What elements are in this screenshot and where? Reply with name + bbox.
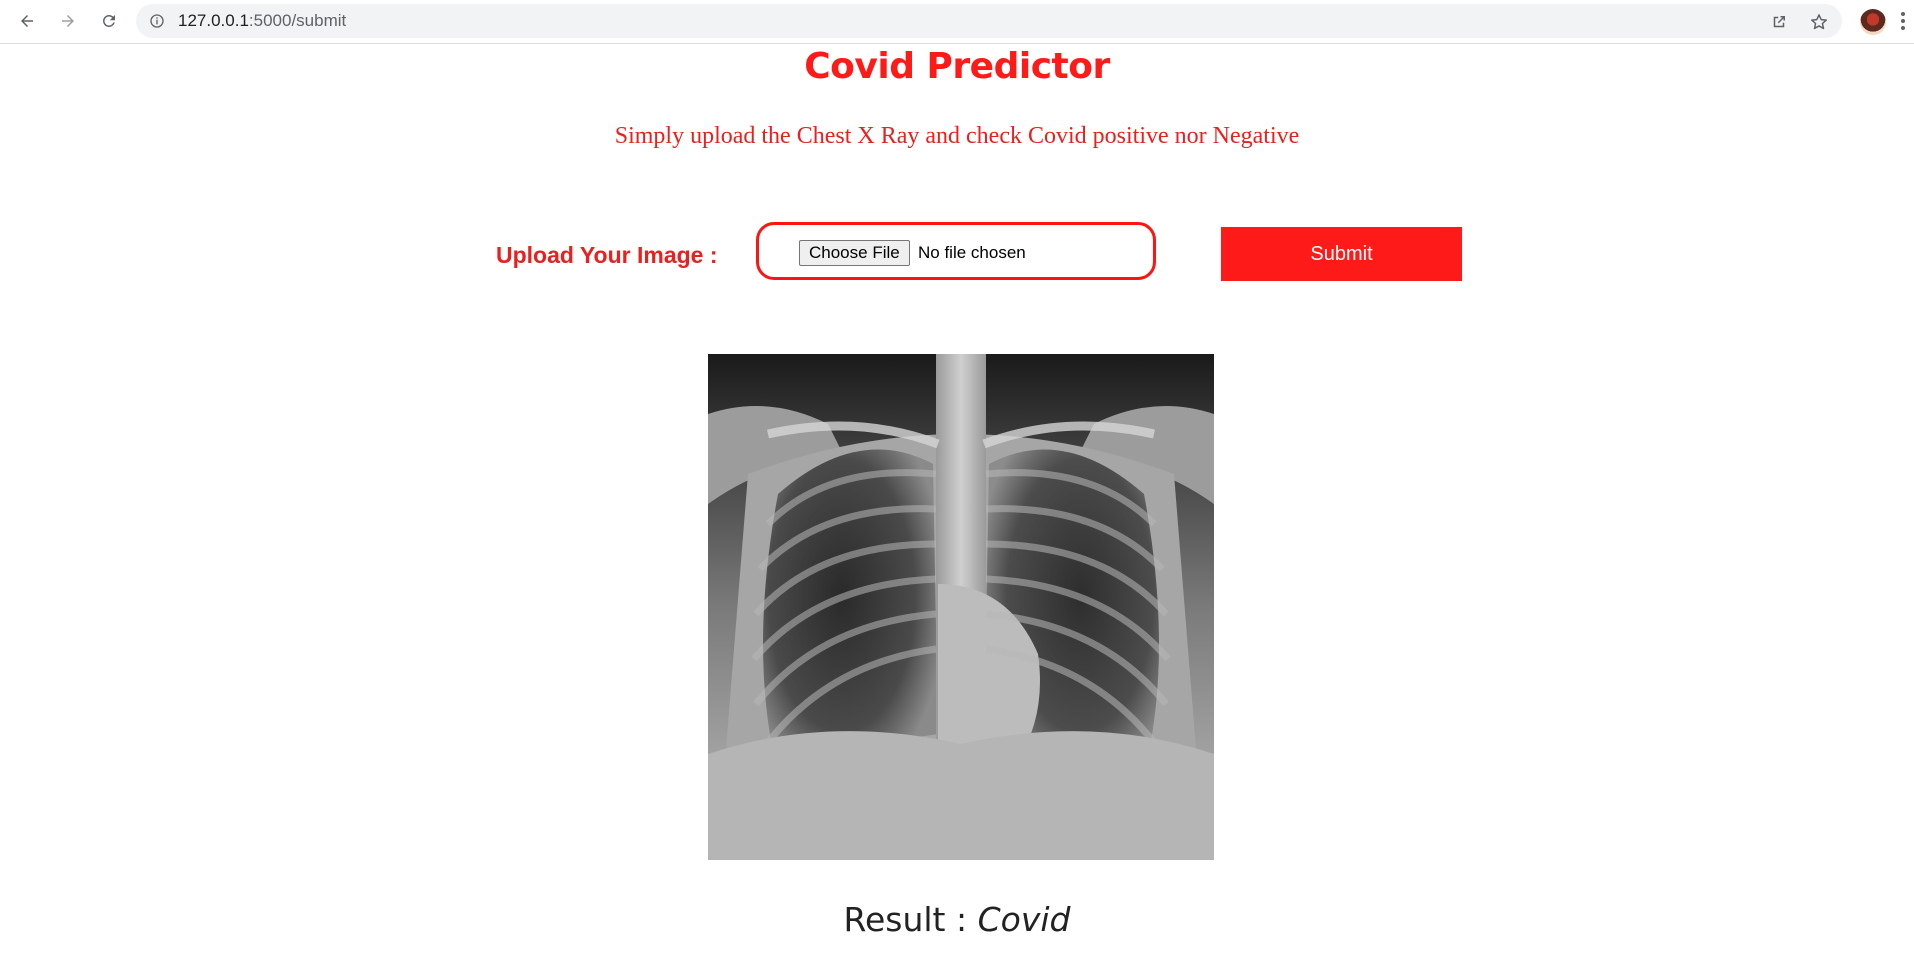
reload-icon[interactable]: [96, 8, 122, 34]
submit-button[interactable]: Submit: [1221, 227, 1462, 281]
file-input-box[interactable]: Choose File No file chosen: [756, 222, 1156, 280]
page-subtitle: Simply upload the Chest X Ray and check …: [614, 123, 1300, 149]
info-icon[interactable]: [148, 12, 166, 30]
kebab-menu-icon[interactable]: [1900, 12, 1906, 32]
url-text: 127.0.0.1:5000/submit: [178, 12, 346, 30]
page-title: Covid Predictor: [804, 46, 1110, 87]
star-icon[interactable]: [1808, 11, 1830, 33]
url-host: 127.0.0.1: [178, 11, 249, 30]
file-status-text: No file chosen: [918, 243, 1026, 262]
url-path: :5000/submit: [248, 11, 347, 30]
result-line: Result : Covid: [0, 900, 1914, 939]
result-value: Covid: [977, 900, 1071, 939]
result-label: Result :: [843, 900, 968, 939]
chest-xray-image: [708, 354, 1214, 860]
upload-label: Upload Your Image :: [496, 242, 718, 268]
choose-file-button[interactable]: Choose File: [799, 240, 910, 266]
forward-arrow-icon[interactable]: [55, 8, 81, 34]
browser-toolbar: 127.0.0.1:5000/submit: [0, 0, 1914, 44]
address-bar[interactable]: 127.0.0.1:5000/submit: [136, 4, 1842, 38]
avatar[interactable]: [1860, 9, 1886, 35]
share-icon[interactable]: [1768, 11, 1790, 33]
back-arrow-icon[interactable]: [14, 8, 40, 34]
